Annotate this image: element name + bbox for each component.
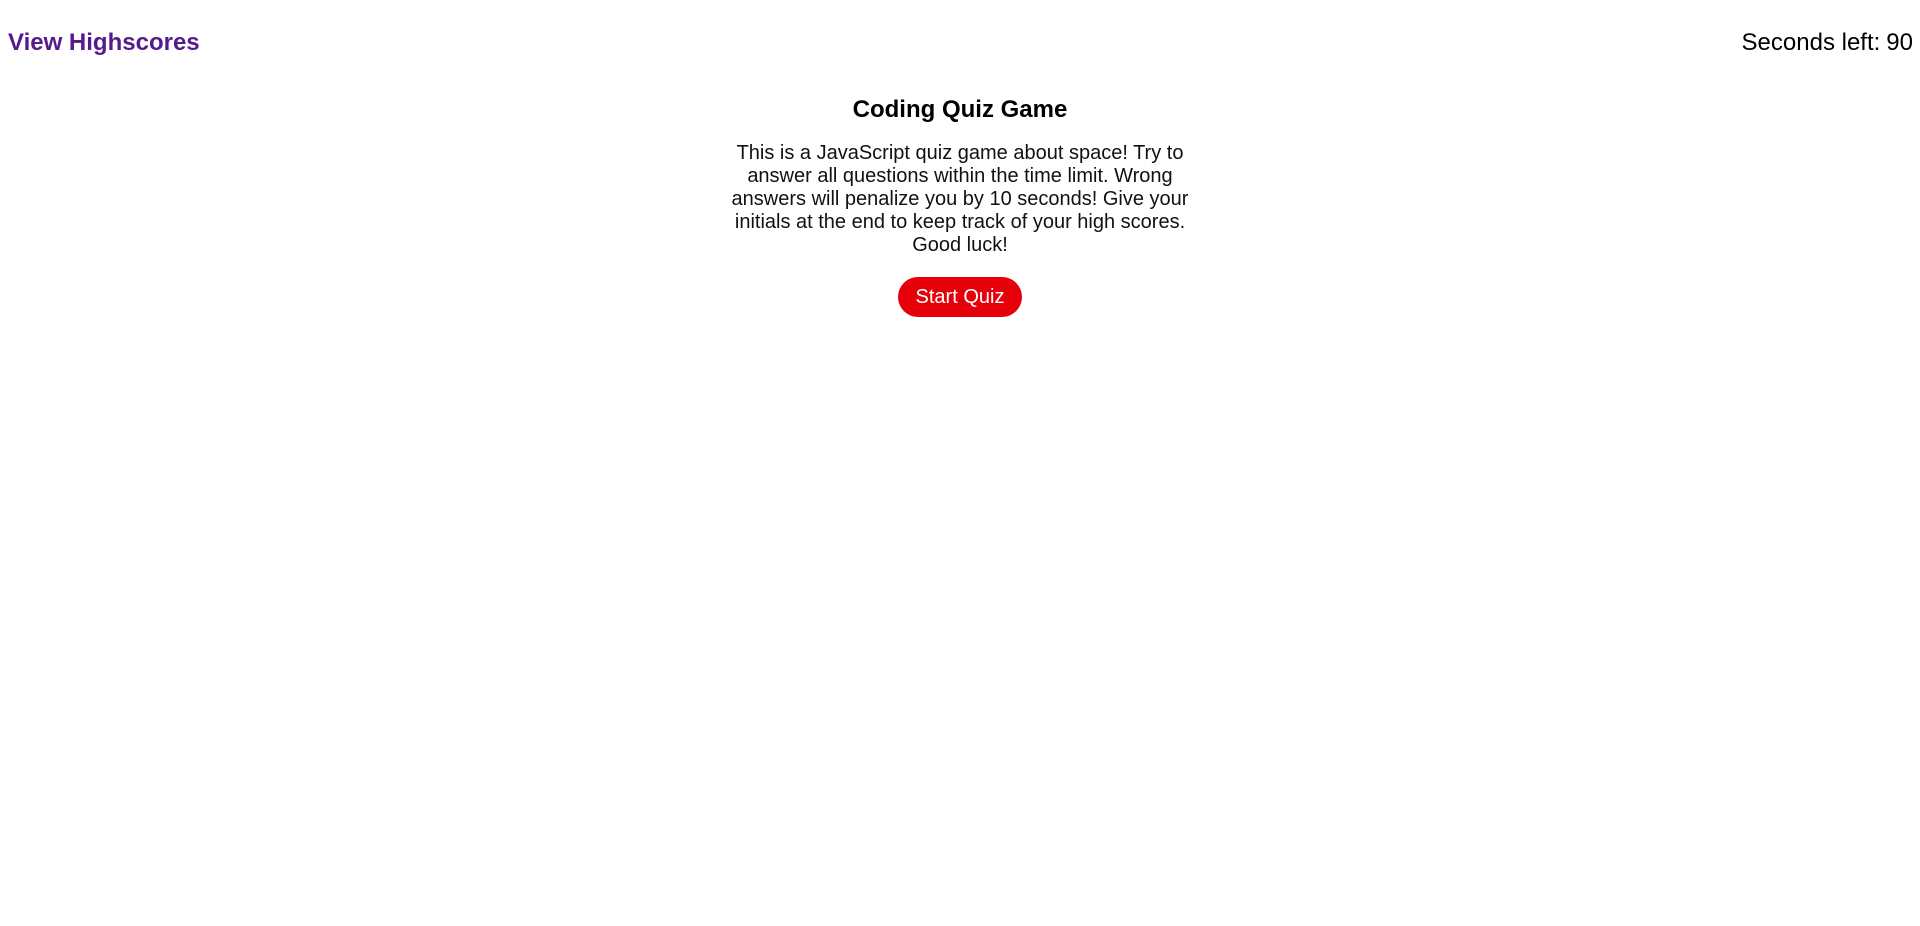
page-title: Coding Quiz Game	[852, 96, 1068, 123]
page-header: View Highscores Seconds left: 90	[0, 0, 1920, 86]
timer-label: Seconds left:	[1741, 29, 1881, 56]
timer-value: 90	[1886, 29, 1913, 56]
start-quiz-button[interactable]: Start Quiz	[897, 277, 1023, 317]
timer: Seconds left: 90	[1742, 28, 1913, 58]
view-highscores-link[interactable]: View Highscores	[8, 28, 200, 58]
quiz-intro: Coding Quiz Game This is a JavaScript qu…	[0, 94, 1920, 317]
quiz-description: This is a JavaScript quiz game about spa…	[731, 142, 1189, 256]
